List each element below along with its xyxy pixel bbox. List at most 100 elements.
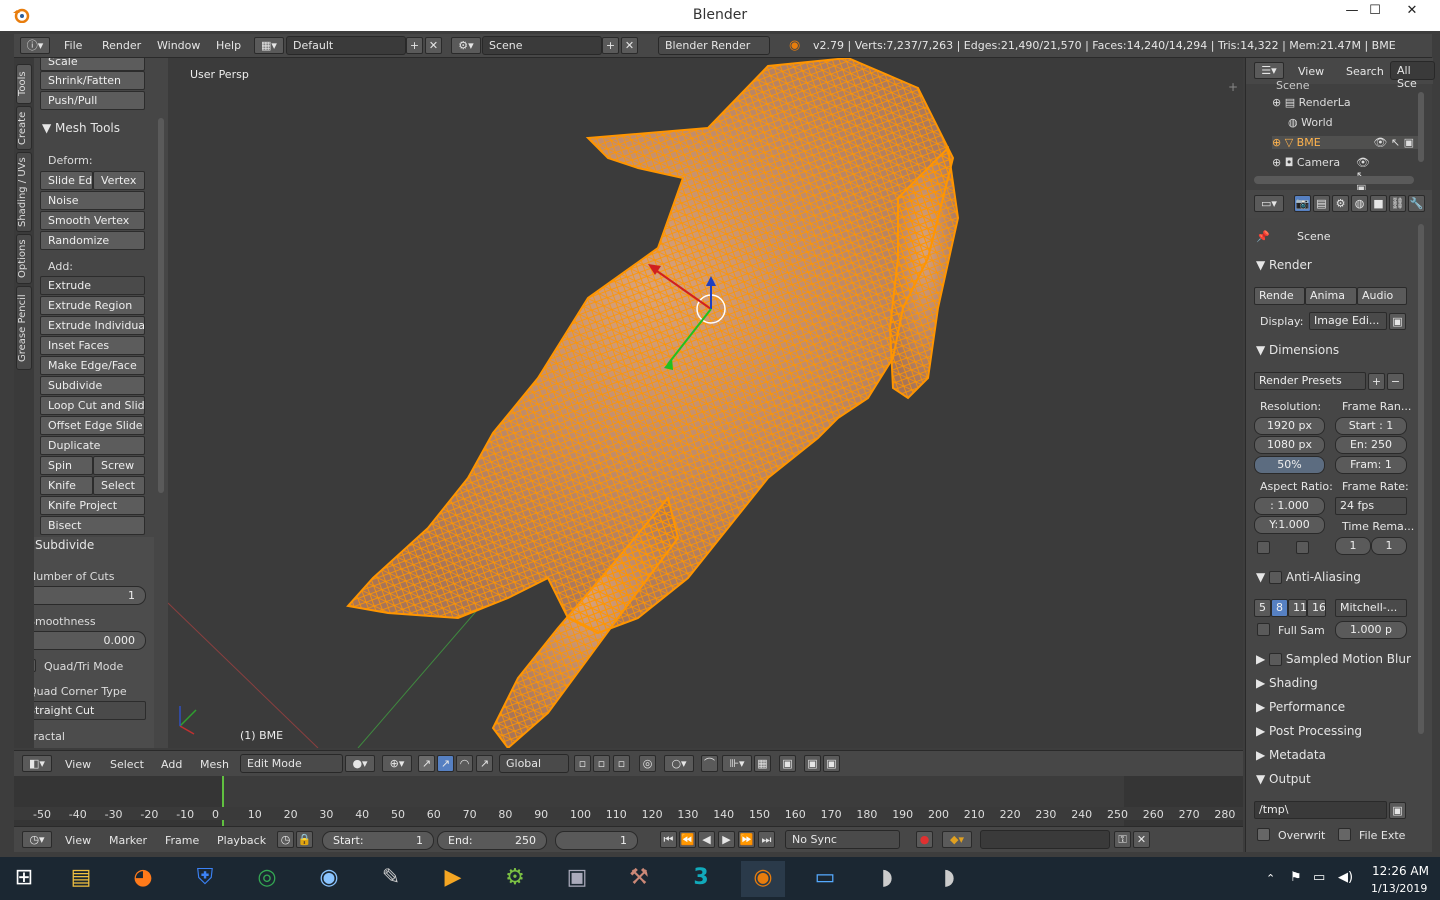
push-pull-button[interactable]: Push/Pull [40, 91, 145, 110]
timeline[interactable]: -50 -40 -30 -20 -10 0 10 20 30 40 50 60 70 80 90 100 110… [14, 776, 1243, 826]
shading-panel-header[interactable]: ▶ Shading [1256, 676, 1318, 690]
anvil-app-icon[interactable]: ⚒ [617, 861, 661, 897]
defender-icon[interactable]: ⛨ [183, 861, 227, 897]
properties-scrollbar[interactable] [1418, 224, 1424, 734]
offset-edge-slide-button[interactable]: Offset Edge Slide [40, 416, 145, 435]
duplicate-button[interactable]: Duplicate [40, 436, 145, 455]
post-processing-panel-header[interactable]: ▶ Post Processing [1256, 724, 1362, 738]
render-button[interactable]: Rende [1254, 287, 1305, 305]
aspect-y-field[interactable]: Y:1.000 [1254, 516, 1325, 534]
browse-folder-icon[interactable]: ▣ [1389, 802, 1406, 819]
outliner-vscrollbar[interactable] [1418, 92, 1424, 162]
tl-menu-marker[interactable]: Marker [109, 834, 147, 847]
render-engine-select[interactable]: Blender Render [658, 36, 770, 55]
vp-menu-view[interactable]: View [65, 758, 91, 771]
tl-menu-frame[interactable]: Frame [165, 834, 199, 847]
file-explorer-icon[interactable]: ▤ [59, 861, 103, 897]
mode-select[interactable]: Edit Mode [240, 754, 343, 773]
full-sample-checkbox[interactable] [1257, 623, 1270, 636]
filter-size-field[interactable]: 1.000 p [1335, 621, 1407, 639]
manipulator-toggle-icon[interactable]: ↗ [418, 755, 435, 772]
smoothness-field[interactable]: 0.000 [34, 631, 146, 650]
insert-keyframe-icon[interactable]: ⚿ [1114, 831, 1131, 848]
number-of-cuts-field[interactable]: 1 [34, 586, 146, 605]
pin-icon[interactable]: 📌 [1256, 230, 1270, 243]
snap-toggle-icon[interactable]: ⌒ [701, 755, 718, 772]
extrude-select[interactable]: Extrude [40, 276, 145, 295]
tab-shading-uvs[interactable]: Shading / UVs [16, 152, 32, 232]
keying-set-field[interactable] [980, 830, 1110, 849]
outliner-item-camera[interactable]: ⊕ ◘ Camera👁 ↖ ▣ [1272, 156, 1370, 195]
pivot-select-icon[interactable]: ⊕▾ [382, 755, 412, 772]
remove-scene-button[interactable]: ✕ [621, 37, 638, 54]
sync-select[interactable]: No Sync [785, 830, 900, 849]
animation-button[interactable]: Anima [1305, 287, 1357, 305]
current-frame-field[interactable]: 1 [555, 831, 638, 850]
extrude-individual-button[interactable]: Extrude Individual [40, 316, 145, 335]
slide-edge-button[interactable]: Slide Ed [40, 171, 93, 190]
editor-type-icon[interactable]: ◧▾ [22, 755, 52, 772]
outliner-view-menu[interactable]: View [1298, 65, 1324, 78]
output-path-field[interactable]: /tmp\ [1254, 801, 1387, 819]
display-select[interactable]: Image Edi... [1309, 312, 1387, 330]
gimp-icon[interactable]: ✎ [369, 861, 413, 897]
motion-blur-checkbox[interactable] [1269, 653, 1283, 666]
screw-button[interactable]: Screw [93, 456, 145, 475]
performance-panel-header[interactable]: ▶ Performance [1256, 700, 1345, 714]
end-frame-field[interactable]: End: 250 [437, 831, 547, 850]
app-blue-icon[interactable]: ▭ [803, 861, 847, 897]
mesh-body[interactable] [346, 58, 960, 748]
time-remap-old-field[interactable]: 1 [1335, 537, 1371, 555]
vp-menu-add[interactable]: Add [161, 758, 182, 771]
tl-menu-playback[interactable]: Playback [217, 834, 266, 847]
app-shape-icon[interactable]: ◗ [865, 861, 909, 897]
shrink-fatten-button[interactable]: Shrink/Fatten [40, 71, 145, 90]
aa-filter-select[interactable]: Mitchell-... [1335, 599, 1407, 617]
aa-checkbox[interactable] [1269, 571, 1283, 584]
quad-tri-checkbox[interactable] [34, 659, 36, 672]
vertex-select-icon[interactable]: ▫ [574, 755, 591, 772]
rotate-icon[interactable]: ◠ [456, 755, 473, 772]
flag-icon[interactable]: ⚑ [1290, 870, 1302, 885]
record-icon[interactable]: ● [916, 831, 933, 848]
outliner-item-scene[interactable]: Scene [1276, 79, 1310, 92]
time-remap-new-field[interactable]: 1 [1371, 537, 1407, 555]
opengl-render-icon[interactable]: ▣ [779, 755, 796, 772]
camera-app-icon[interactable]: ◉ [307, 861, 351, 897]
motion-blur-panel-header[interactable]: ▶ Sampled Motion Blur [1256, 652, 1411, 666]
render-still-icon[interactable]: ▣ [804, 755, 821, 772]
outliner-search-menu[interactable]: Search [1346, 65, 1384, 78]
render-tab-icon[interactable]: 📷 [1294, 195, 1311, 212]
timeline-editor-icon[interactable]: ◷▾ [22, 831, 52, 848]
info-icon[interactable]: ⓘ▾ [20, 37, 50, 54]
app-shape2-icon[interactable]: ◗ [927, 861, 971, 897]
menu-help[interactable]: Help [216, 39, 241, 52]
bisect-button[interactable]: Bisect [40, 516, 145, 535]
render-presets-select[interactable]: Render Presets [1254, 372, 1366, 390]
add-layout-button[interactable]: + [406, 37, 423, 54]
knife-select-button[interactable]: Select [93, 476, 145, 495]
firefox-icon[interactable]: ◕ [121, 861, 165, 897]
noise-button[interactable]: Noise [40, 191, 145, 210]
delete-keyframe-icon[interactable]: ✕ [1133, 831, 1150, 848]
render-layers-tab-icon[interactable]: ▤ [1313, 195, 1330, 212]
outliner-hscrollbar[interactable] [1254, 176, 1414, 184]
smooth-vertex-button[interactable]: Smooth Vertex [40, 211, 145, 230]
tab-grease-pencil[interactable]: Grease Pencil [16, 286, 32, 370]
close-button[interactable]: ✕ [1390, 0, 1434, 24]
scene-field[interactable]: Scene [482, 36, 602, 55]
jump-key-next-icon[interactable]: ⏩ [738, 831, 755, 848]
add-preset-button[interactable]: + [1368, 373, 1385, 390]
start-windows-icon[interactable]: ⊞ [2, 861, 46, 897]
outliner-filter-select[interactable]: All Sce [1390, 61, 1435, 90]
orientation-select[interactable]: Global [499, 754, 569, 773]
shelf-scrollbar[interactable] [158, 118, 164, 493]
layout-icon[interactable]: ▦▾ [254, 37, 284, 54]
frame-rate-select[interactable]: 24 fps [1335, 497, 1407, 515]
res-percent-field[interactable]: 50% [1254, 456, 1325, 474]
menu-window[interactable]: Window [157, 39, 200, 52]
tab-tools[interactable]: Tools [16, 64, 32, 104]
output-panel-header[interactable]: ▼ Output [1256, 772, 1311, 786]
lock-range-icon[interactable]: 🔒 [296, 831, 313, 848]
frame-step-field[interactable]: Fram: 1 [1335, 456, 1407, 474]
